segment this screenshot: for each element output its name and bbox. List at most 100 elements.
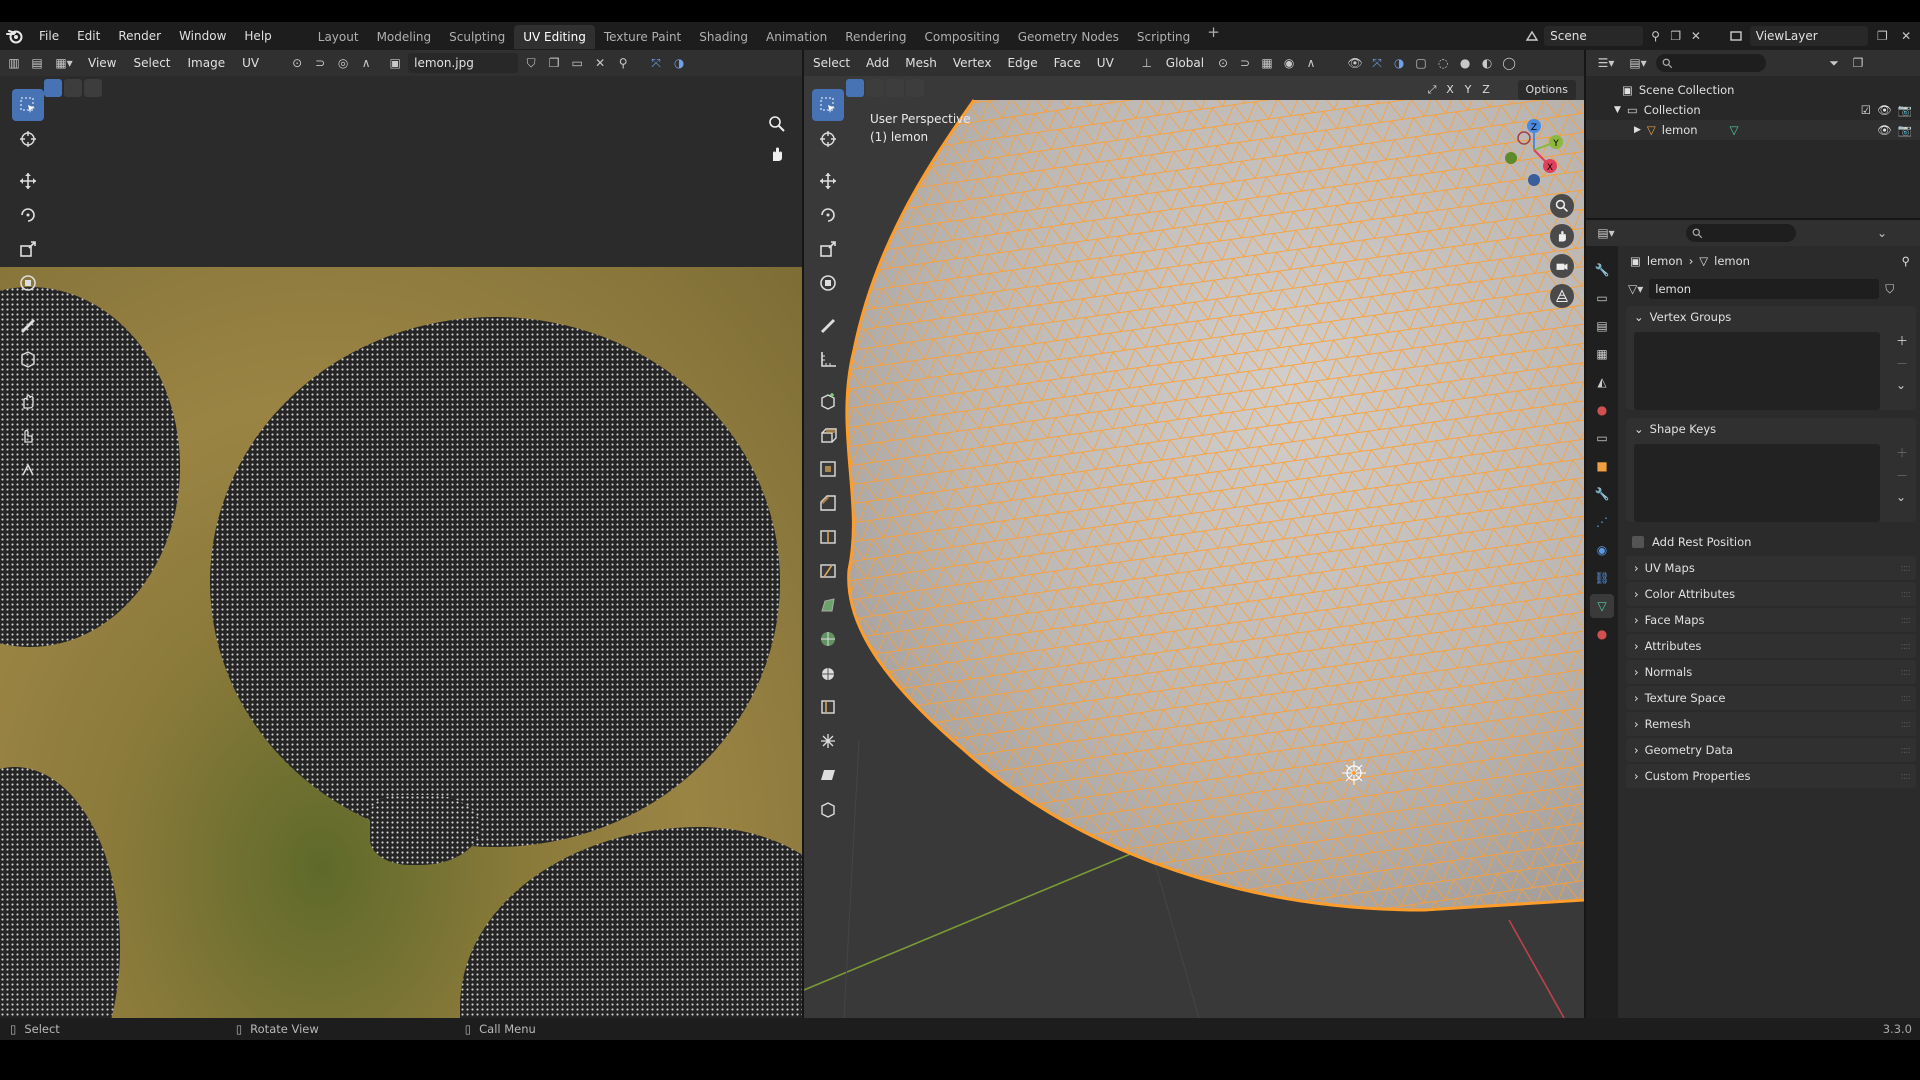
inset-icon[interactable] <box>812 453 844 485</box>
uv-island[interactable] <box>210 317 780 847</box>
menu-render[interactable]: Render <box>109 22 170 50</box>
drag-grip-icon[interactable]: :::: <box>1901 589 1912 600</box>
snap-element-icon[interactable]: ▦ <box>1257 53 1277 73</box>
mesh-data-tab-icon[interactable]: ▽ <box>1590 594 1614 618</box>
hide-eye-icon[interactable]: 👁 <box>1877 123 1892 137</box>
vp-annotate-icon[interactable] <box>812 309 844 341</box>
expand-arrow-icon[interactable]: ▼ <box>1614 105 1621 115</box>
falloff-icon[interactable]: ∧ <box>356 53 376 73</box>
vp-menu-edge[interactable]: Edge <box>1000 56 1044 70</box>
uv-maps-panel[interactable]: › UV Maps:::: <box>1626 556 1916 580</box>
vp-cursor-icon[interactable] <box>812 123 844 155</box>
drag-grip-icon[interactable]: :::: <box>1901 745 1912 756</box>
camera-view-icon[interactable] <box>1550 254 1574 278</box>
tool-tab-icon[interactable]: 🔧 <box>1590 258 1614 282</box>
shear-icon[interactable] <box>812 759 844 791</box>
fake-user-icon[interactable]: ⛉ <box>521 53 541 73</box>
physics-tab-icon[interactable]: ◉ <box>1590 538 1614 562</box>
constraints-tab-icon[interactable]: ⛓ <box>1590 566 1614 590</box>
loop-cut-icon[interactable] <box>812 521 844 553</box>
vp-zoom-icon[interactable] <box>1550 194 1574 218</box>
viewlayer-field[interactable]: ViewLayer <box>1749 26 1869 46</box>
mesh-data-icon[interactable]: ▽ <box>1730 123 1739 137</box>
navigation-gizmo[interactable]: Z Y X <box>1494 110 1574 190</box>
sync-select-icon[interactable]: ▥ <box>4 53 24 73</box>
gizmo-toggle-icon[interactable]: ⤧ <box>1367 53 1387 73</box>
menu-file[interactable]: File <box>30 22 68 50</box>
pan-hand-icon[interactable] <box>765 142 789 166</box>
new-viewlayer-icon[interactable]: ❐ <box>1872 26 1892 46</box>
vp-move-icon[interactable] <box>812 165 844 197</box>
mirror-x[interactable]: X <box>1442 80 1458 100</box>
vp-scale-icon[interactable] <box>812 233 844 265</box>
xray-icon[interactable]: ▢ <box>1411 53 1431 73</box>
new-image-icon[interactable]: ❐ <box>544 53 564 73</box>
properties-search[interactable] <box>1686 224 1796 242</box>
move-tool-icon[interactable] <box>12 165 44 197</box>
transform-tool-icon[interactable] <box>12 267 44 299</box>
vp-menu-face[interactable]: Face <box>1047 56 1088 70</box>
pivot-icon[interactable]: ⊙ <box>287 53 307 73</box>
uv-island[interactable] <box>0 767 120 1018</box>
vertex-groups-list[interactable] <box>1634 332 1880 410</box>
collection-tab-icon[interactable]: ▭ <box>1590 426 1614 450</box>
uv-menu-select[interactable]: Select <box>126 56 177 70</box>
custom-properties-panel[interactable]: › Custom Properties:::: <box>1626 764 1916 788</box>
properties-editor-icon[interactable]: ▤▾ <box>1592 223 1620 243</box>
add-rest-position-checkbox[interactable] <box>1632 536 1644 548</box>
mirror-axis-icon[interactable]: ⤢ <box>1424 80 1440 100</box>
pin-icon[interactable]: ⚲ <box>1902 254 1910 268</box>
vertex-group-specials-icon[interactable]: ⌄ <box>1896 378 1908 392</box>
cursor-tool-icon[interactable] <box>12 123 44 155</box>
uv-menu-view[interactable]: View <box>81 56 123 70</box>
vp-menu-add[interactable]: Add <box>859 56 896 70</box>
drag-grip-icon[interactable]: :::: <box>1901 771 1912 782</box>
shading-rendered-icon[interactable]: ◯ <box>1499 53 1519 73</box>
pivot-point-icon[interactable]: ⊙ <box>1213 53 1233 73</box>
scene-icon[interactable] <box>1524 26 1540 46</box>
extrude-icon[interactable] <box>812 419 844 451</box>
render-camera-icon[interactable]: 📷 <box>1898 123 1912 137</box>
outliner-editor-icon[interactable]: ☰▾ <box>1592 53 1620 73</box>
smooth-icon[interactable] <box>812 657 844 689</box>
uv-canvas[interactable] <box>0 100 802 1018</box>
tab-uv-editing[interactable]: UV Editing <box>514 25 595 49</box>
tab-sculpting[interactable]: Sculpting <box>440 25 514 49</box>
rotate-tool-icon[interactable] <box>12 199 44 231</box>
tab-rendering[interactable]: Rendering <box>836 25 915 49</box>
face-maps-panel[interactable]: › Face Maps:::: <box>1626 608 1916 632</box>
color-attributes-panel[interactable]: › Color Attributes:::: <box>1626 582 1916 606</box>
open-image-icon[interactable]: ▭ <box>567 53 587 73</box>
drag-grip-icon[interactable]: :::: <box>1901 719 1912 730</box>
shrink-fatten-icon[interactable] <box>812 725 844 757</box>
bevel-icon[interactable] <box>812 487 844 519</box>
add-vertex-group-icon[interactable]: ＋ <box>1896 332 1908 349</box>
uv-menu-uv[interactable]: UV <box>235 56 266 70</box>
vp-menu-mesh[interactable]: Mesh <box>898 56 944 70</box>
rip-tool-icon[interactable] <box>12 343 44 375</box>
attributes-panel[interactable]: › Attributes:::: <box>1626 634 1916 658</box>
annotate-tool-icon[interactable] <box>12 309 44 341</box>
vp-menu-vertex[interactable]: Vertex <box>946 56 999 70</box>
tab-compositing[interactable]: Compositing <box>915 25 1008 49</box>
outliner-row-collection[interactable]: ▼ ▭ Collection ☑ 👁 📷 <box>1586 100 1920 120</box>
add-rest-position-row[interactable]: Add Rest Position <box>1622 530 1920 554</box>
drag-grip-icon[interactable]: :::: <box>1901 615 1912 626</box>
particles-tab-icon[interactable]: ⋰ <box>1590 510 1614 534</box>
select-mode-icon[interactable]: ▤ <box>27 53 47 73</box>
vp-measure-icon[interactable] <box>812 343 844 375</box>
tab-geometry-nodes[interactable]: Geometry Nodes <box>1009 25 1128 49</box>
vp-rotate-icon[interactable] <box>812 199 844 231</box>
properties-options-icon[interactable]: ⌄ <box>1872 223 1892 243</box>
vp-edge-select-icon[interactable] <box>866 79 884 97</box>
unlink-image-icon[interactable]: ✕ <box>590 53 610 73</box>
mesh-name-field[interactable]: lemon <box>1649 279 1880 299</box>
add-shape-key-icon[interactable]: ＋ <box>1896 444 1908 461</box>
drag-grip-icon[interactable]: :::: <box>1901 667 1912 678</box>
outliner-row-scene-collection[interactable]: ▣ Scene Collection <box>1586 80 1920 100</box>
vp-pan-icon[interactable] <box>1550 224 1574 248</box>
pinch-tool-icon[interactable] <box>12 453 44 485</box>
vp-menu-select[interactable]: Select <box>806 56 857 70</box>
drag-grip-icon[interactable]: :::: <box>1901 641 1912 652</box>
object-tab-icon[interactable]: ■ <box>1590 454 1614 478</box>
